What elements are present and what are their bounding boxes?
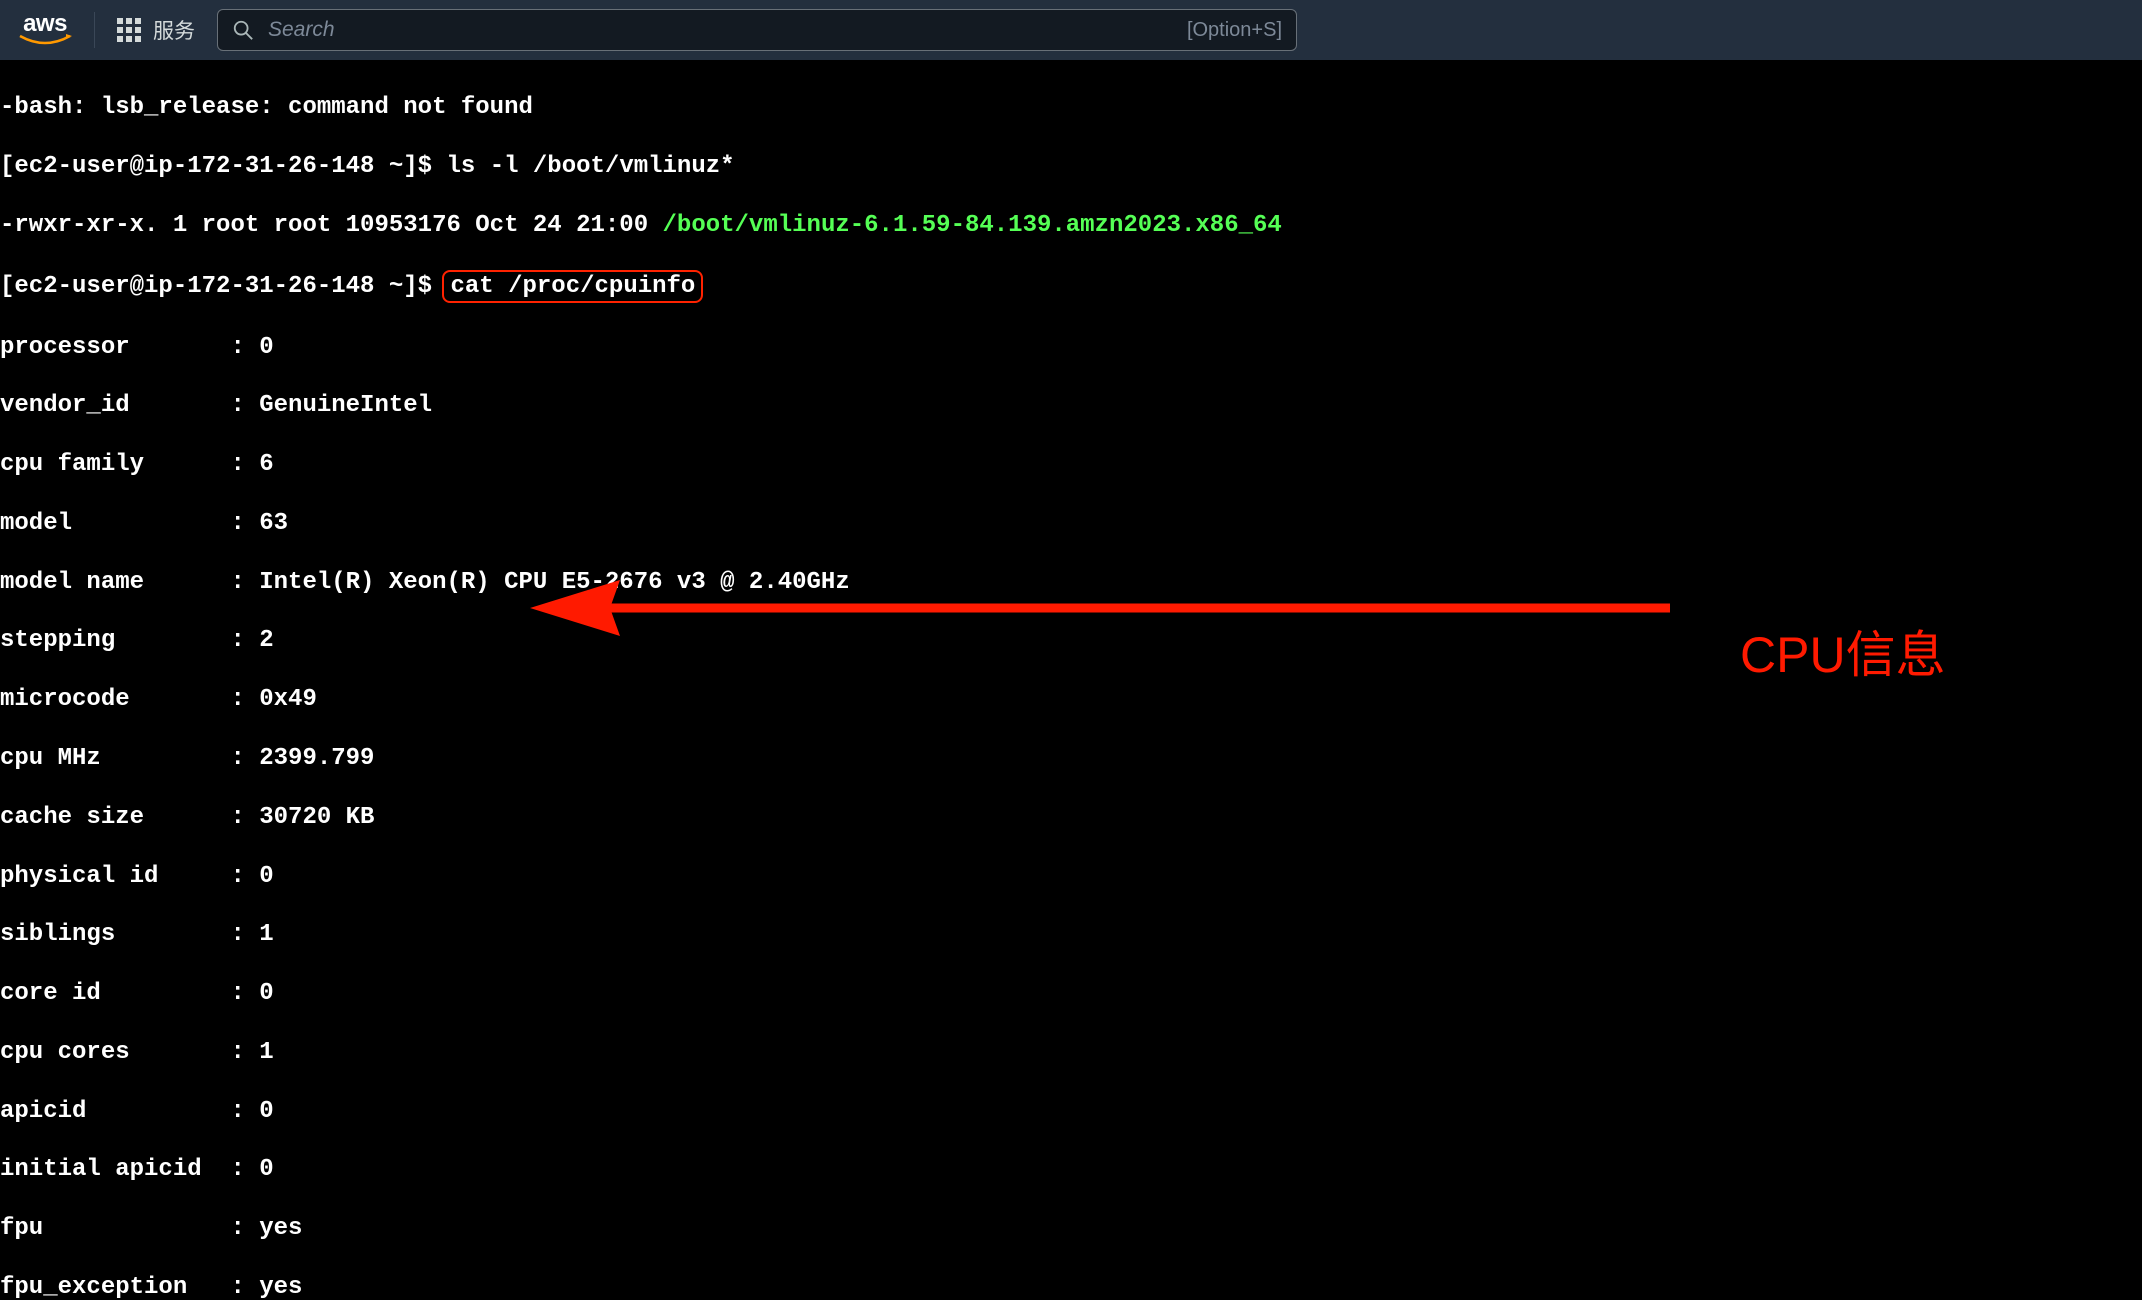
cpuinfo-vendor-id: vendor_id : GenuineIntel: [0, 391, 2142, 420]
services-menu[interactable]: 服务: [117, 15, 195, 45]
services-label: 服务: [153, 15, 195, 45]
term-line-ls-output: -rwxr-xr-x. 1 root root 10953176 Oct 24 …: [0, 211, 2142, 240]
cpuinfo-cpu-family: cpu family : 6: [0, 450, 2142, 479]
cpuinfo-core-id: core id : 0: [0, 979, 2142, 1008]
search-icon: [232, 19, 254, 41]
aws-logo[interactable]: aws: [18, 12, 72, 48]
cpuinfo-cache-size: cache size : 30720 KB: [0, 803, 2142, 832]
term-line-bash-error: -bash: lsb_release: command not found: [0, 93, 2142, 122]
cpuinfo-physical-id: physical id : 0: [0, 862, 2142, 891]
cpuinfo-initial-apicid: initial apicid : 0: [0, 1155, 2142, 1184]
aws-header: aws 服务 [Option+S]: [0, 0, 2142, 60]
cpuinfo-cpu-mhz: cpu MHz : 2399.799: [0, 744, 2142, 773]
highlighted-command: cat /proc/cpuinfo: [442, 270, 703, 303]
vmlinuz-path: /boot/vmlinuz-6.1.59-84.139.amzn2023.x86…: [663, 212, 1282, 239]
search-bar[interactable]: [Option+S]: [217, 9, 1297, 51]
term-line-prompt2: [ec2-user@ip-172-31-26-148 ~]$ cat /proc…: [0, 270, 2142, 303]
cpuinfo-microcode: microcode : 0x49: [0, 685, 2142, 714]
cpuinfo-model-name: model name : Intel(R) Xeon(R) CPU E5-267…: [0, 568, 2142, 597]
header-divider: [94, 12, 95, 48]
cpuinfo-model: model : 63: [0, 509, 2142, 538]
cpuinfo-siblings: siblings : 1: [0, 920, 2142, 949]
cpuinfo-processor: processor : 0: [0, 333, 2142, 362]
cpuinfo-cpu-cores: cpu cores : 1: [0, 1038, 2142, 1067]
term-line-prompt1: [ec2-user@ip-172-31-26-148 ~]$ ls -l /bo…: [0, 152, 2142, 181]
grid-icon: [117, 18, 141, 42]
search-shortcut: [Option+S]: [1187, 19, 1282, 42]
search-input[interactable]: [268, 18, 1173, 42]
cpuinfo-stepping: stepping : 2: [0, 626, 2142, 655]
aws-smile-icon: [18, 34, 72, 48]
terminal[interactable]: -bash: lsb_release: command not found [e…: [0, 60, 2142, 1300]
aws-logo-text: aws: [23, 12, 67, 36]
cpuinfo-apicid: apicid : 0: [0, 1097, 2142, 1126]
cpuinfo-fpu: fpu : yes: [0, 1214, 2142, 1243]
cpuinfo-fpu-exception: fpu_exception : yes: [0, 1273, 2142, 1300]
